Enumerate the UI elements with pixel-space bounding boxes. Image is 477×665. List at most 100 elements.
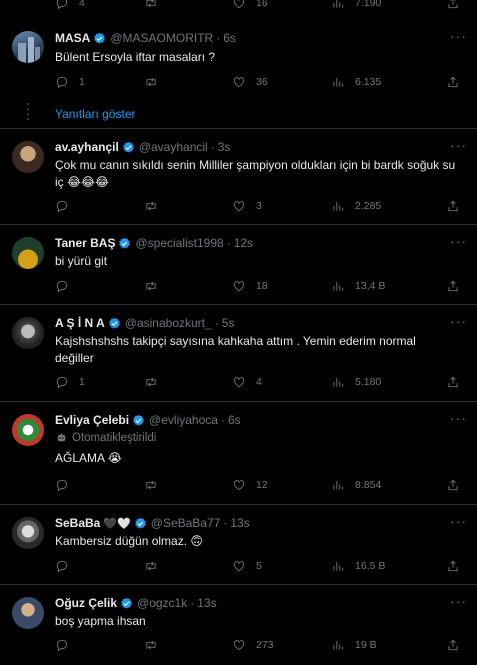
handle[interactable]: @asinabozkurt_ xyxy=(125,316,212,330)
bar-chart-icon xyxy=(331,559,345,573)
display-name[interactable]: SeBaBa xyxy=(55,516,100,530)
avatar[interactable] xyxy=(12,414,44,446)
retweet-button[interactable] xyxy=(144,279,168,293)
separator-dot: · xyxy=(214,316,219,330)
tweet-header: Evliya Çelebi @evliyahoca · 6s xyxy=(55,413,241,427)
more-options-icon[interactable]: ··· xyxy=(450,233,467,249)
heart-icon xyxy=(232,478,246,492)
retweet-button[interactable] xyxy=(144,199,168,213)
like-button[interactable]: 12 xyxy=(232,478,268,492)
retweet-icon xyxy=(144,375,158,389)
handle[interactable]: @avayhancil xyxy=(139,140,208,154)
share-button[interactable] xyxy=(446,279,470,293)
reply-button[interactable]: 1 xyxy=(55,375,85,389)
verified-badge-icon xyxy=(93,32,106,45)
display-name[interactable]: Taner BAŞ xyxy=(55,236,115,250)
share-button[interactable] xyxy=(446,199,470,213)
retweet-button[interactable] xyxy=(144,559,168,573)
like-button[interactable]: 36 xyxy=(232,75,268,89)
display-name[interactable]: Evliya Çelebi xyxy=(55,413,129,427)
timestamp[interactable]: 13s xyxy=(197,596,216,610)
more-options-icon[interactable]: ··· xyxy=(450,593,467,609)
share-button[interactable] xyxy=(446,75,470,89)
like-button[interactable]: 4 xyxy=(232,375,262,389)
bar-chart-icon xyxy=(331,279,345,293)
tweet[interactable]: Oğuz Çelik @ogzc1k · 13s ··· boş yapma i… xyxy=(0,585,477,665)
hearts-emoji: 🖤🤍 xyxy=(103,517,131,530)
automated-label: Otomatikleştirildi xyxy=(55,431,156,444)
show-replies-link[interactable]: Yanıtları göster xyxy=(55,107,135,121)
tweet[interactable]: Evliya Çelebi @evliyahoca · 6s ··· Otoma… xyxy=(0,402,477,505)
like-button[interactable]: 16 xyxy=(232,0,268,10)
views-button[interactable]: 19 B xyxy=(331,638,377,652)
views-button[interactable]: 5.180 xyxy=(331,375,381,389)
like-button[interactable]: 3 xyxy=(232,199,262,213)
tweet[interactable]: MASA @MASAOMORITR · 6s ··· Bülent Ersoyl… xyxy=(0,21,477,129)
handle[interactable]: @SeBaBa77 xyxy=(151,516,221,530)
timestamp[interactable]: 3s xyxy=(218,140,231,154)
reply-button[interactable] xyxy=(55,638,79,652)
tweet-text: bi yürü git xyxy=(55,254,108,268)
retweet-icon xyxy=(144,638,158,652)
share-button[interactable] xyxy=(446,638,470,652)
reply-icon xyxy=(55,478,69,492)
reply-button[interactable]: 1 xyxy=(55,75,85,89)
avatar[interactable] xyxy=(12,31,44,63)
views-button[interactable]: 2.285 xyxy=(331,199,381,213)
tweet-text: AĞLAMA 😭 xyxy=(55,451,122,465)
more-options-icon[interactable]: ··· xyxy=(450,513,467,529)
avatar[interactable] xyxy=(12,141,44,173)
crying-emoji: 😭 xyxy=(107,451,122,465)
reply-button[interactable] xyxy=(55,478,79,492)
handle[interactable]: @specialist1998 xyxy=(135,236,223,250)
reply-icon xyxy=(55,375,69,389)
avatar[interactable] xyxy=(12,517,44,549)
retweet-button[interactable] xyxy=(144,478,168,492)
timestamp[interactable]: 12s xyxy=(234,236,253,250)
views-button[interactable]: 7.190 xyxy=(331,0,381,10)
views-button[interactable]: 8.854 xyxy=(331,478,381,492)
handle[interactable]: @evliyahoca xyxy=(149,413,218,427)
avatar[interactable] xyxy=(12,317,44,349)
timestamp[interactable]: 6s xyxy=(223,31,236,45)
display-name[interactable]: Oğuz Çelik xyxy=(55,596,117,610)
retweet-button[interactable] xyxy=(144,375,168,389)
reply-button[interactable] xyxy=(55,559,79,573)
like-button[interactable]: 273 xyxy=(232,638,274,652)
avatar[interactable] xyxy=(12,597,44,629)
more-options-icon[interactable]: ··· xyxy=(450,410,467,426)
reply-button[interactable] xyxy=(55,199,79,213)
views-button[interactable]: 16,5 B xyxy=(331,559,385,573)
tweet[interactable]: av.ayhançil @avayhancil · 3s ··· Çok mu … xyxy=(0,129,477,225)
like-button[interactable]: 5 xyxy=(232,559,262,573)
retweet-button[interactable] xyxy=(144,75,168,89)
separator-dot: · xyxy=(210,140,215,154)
more-options-icon[interactable]: ··· xyxy=(450,137,467,153)
handle[interactable]: @MASAOMORITR xyxy=(110,31,213,45)
tweet[interactable]: SeBaBa 🖤🤍 @SeBaBa77 · 13s ··· Kambersiz … xyxy=(0,505,477,585)
share-icon xyxy=(446,199,460,213)
retweet-button[interactable] xyxy=(144,638,168,652)
retweet-button[interactable] xyxy=(144,0,168,10)
timestamp[interactable]: 6s xyxy=(228,413,241,427)
display-name[interactable]: MASA xyxy=(55,31,90,45)
views-button[interactable]: 13,4 B xyxy=(331,279,385,293)
avatar[interactable] xyxy=(12,237,44,269)
tweet[interactable]: Taner BAŞ @specialist1998 · 12s ··· bi y… xyxy=(0,225,477,305)
handle[interactable]: @ogzc1k xyxy=(137,596,187,610)
like-button[interactable]: 18 xyxy=(232,279,268,293)
more-options-icon[interactable]: ··· xyxy=(450,28,467,44)
share-button[interactable] xyxy=(446,375,470,389)
reply-button[interactable] xyxy=(55,279,79,293)
reply-button[interactable]: 4 xyxy=(55,0,85,10)
share-button[interactable] xyxy=(446,559,470,573)
share-button[interactable] xyxy=(446,0,470,10)
timestamp[interactable]: 5s xyxy=(222,316,235,330)
display-name[interactable]: A Ş İ N A xyxy=(55,316,105,330)
more-options-icon[interactable]: ··· xyxy=(450,313,467,329)
display-name[interactable]: av.ayhançil xyxy=(55,140,119,154)
timestamp[interactable]: 13s xyxy=(230,516,249,530)
share-button[interactable] xyxy=(446,478,470,492)
views-button[interactable]: 6.135 xyxy=(331,75,381,89)
tweet[interactable]: A Ş İ N A @asinabozkurt_ · 5s ··· Kajshs… xyxy=(0,305,477,402)
